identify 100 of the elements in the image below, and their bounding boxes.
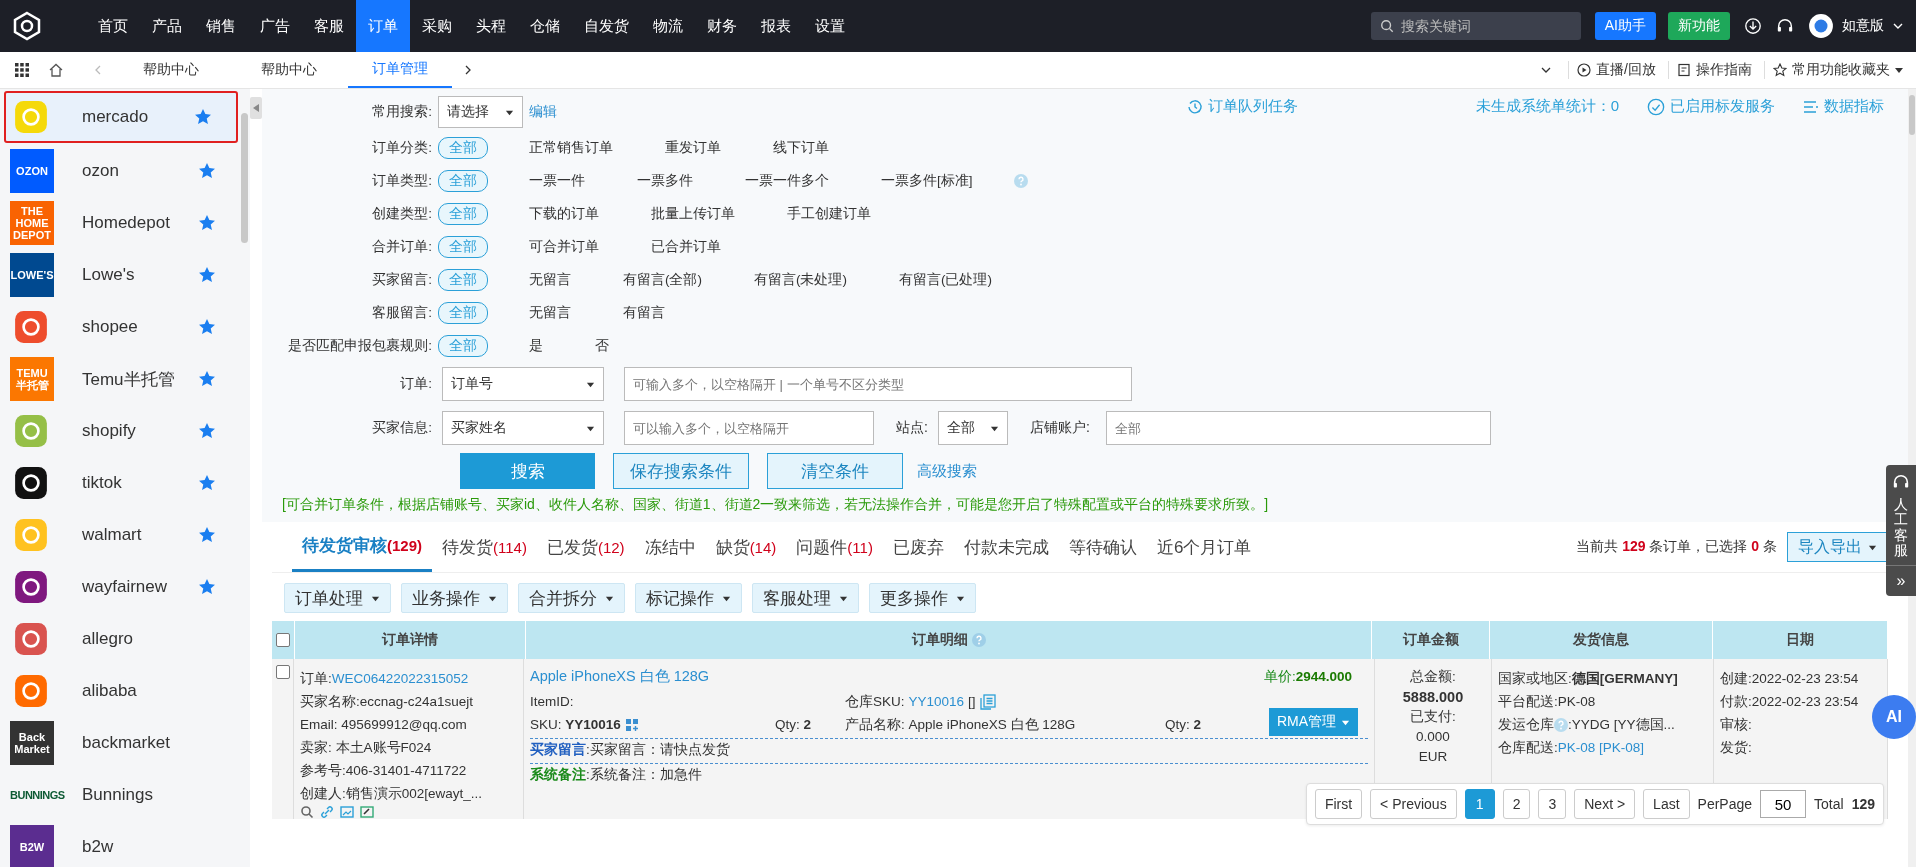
shop-platform-item[interactable]: wayfairnew (0, 561, 240, 613)
buyer-info-select[interactable]: 买家姓名 (442, 411, 604, 445)
filter-option[interactable]: 否 (584, 334, 620, 357)
star-icon[interactable] (198, 162, 216, 180)
status-tab[interactable]: 问题件(11) (786, 522, 883, 572)
filter-option[interactable]: 一票一件 (518, 169, 596, 192)
filter-option[interactable]: 线下订单 (762, 136, 840, 159)
nav-menu-item[interactable]: 仓储 (518, 0, 572, 52)
shop-platform-item[interactable]: shopee (0, 301, 240, 353)
status-tab[interactable]: 已废弃 (882, 522, 954, 572)
star-icon[interactable] (198, 318, 216, 336)
action-dropdown-button[interactable]: 业务操作 (401, 583, 508, 613)
filter-option[interactable]: 重发订单 (654, 136, 732, 159)
previous-page-button[interactable]: < Previous (1370, 789, 1457, 819)
search-field[interactable]: 搜索关键词 (1370, 12, 1581, 40)
shop-platform-item[interactable]: tiktok (0, 457, 240, 509)
order-type-select[interactable]: 订单号 (442, 367, 604, 401)
import-export-button[interactable]: 导入导出 (1787, 532, 1888, 562)
nav-menu-item[interactable]: 订单 (356, 0, 410, 52)
customer-service-label[interactable]: 人工客服 (1894, 497, 1908, 559)
shop-platform-item[interactable]: mercado (4, 91, 238, 143)
nav-menu-item[interactable]: 自发货 (572, 0, 641, 52)
per-page-field[interactable]: 50 (1760, 790, 1807, 818)
download-icon[interactable] (1744, 17, 1762, 35)
star-icon[interactable] (198, 370, 216, 388)
nav-menu-item[interactable]: 首页 (86, 0, 140, 52)
status-tab[interactable]: 缺货(14) (705, 522, 787, 572)
user-name[interactable]: 如意版 (1842, 17, 1884, 35)
star-icon[interactable] (198, 526, 216, 544)
status-tab[interactable]: 冻结中 (634, 522, 706, 572)
page-number-button[interactable]: 3 (1538, 789, 1567, 819)
nav-menu-item[interactable]: 物流 (641, 0, 695, 52)
status-tab[interactable]: 已发货(12) (536, 522, 635, 572)
site-select[interactable]: 全部 (937, 411, 1008, 445)
toolbar-link[interactable]: 常用功能收藏夹 (1792, 61, 1890, 79)
nav-menu-item[interactable]: 客服 (302, 0, 356, 52)
scrollbar[interactable] (1909, 95, 1915, 135)
star-icon[interactable] (198, 266, 216, 284)
copy-icon[interactable] (979, 693, 996, 710)
clear-conditions-button[interactable]: 清空条件 (767, 453, 903, 489)
filter-option[interactable]: 一票一件多个 (734, 169, 840, 192)
status-tab[interactable]: 等待确认 (1058, 522, 1147, 572)
filter-option[interactable]: 有留言(已处理) (888, 268, 1003, 291)
save-search-button[interactable]: 保存搜索条件 (613, 453, 749, 489)
filter-option[interactable]: 有留言 (612, 301, 676, 324)
filter-option[interactable]: 下载的订单 (518, 202, 610, 225)
buyer-info-field[interactable]: 可以输入多个，以空格隔开 (624, 411, 874, 445)
shop-platform-item[interactable]: B2W b2w (0, 821, 240, 867)
filter-option[interactable]: 批量上传订单 (640, 202, 746, 225)
edit-link[interactable]: 编辑 (529, 103, 557, 121)
star-icon[interactable] (194, 108, 212, 126)
expand-button[interactable]: » (1886, 564, 1916, 590)
select-all-checkbox[interactable] (276, 633, 290, 647)
next-page-button[interactable]: Next > (1574, 789, 1636, 819)
shop-platform-item[interactable]: alibaba (0, 665, 240, 717)
action-dropdown-button[interactable]: 更多操作 (869, 583, 976, 613)
shop-platform-item[interactable]: OZON ozon (0, 145, 240, 197)
filter-option[interactable]: 已合并订单 (640, 235, 732, 258)
filter-option[interactable]: 无留言 (518, 268, 582, 291)
nav-menu-item[interactable]: 报表 (749, 0, 803, 52)
scrollbar[interactable] (241, 113, 248, 243)
action-dropdown-button[interactable]: 客服处理 (752, 583, 859, 613)
filter-option[interactable]: 一票多件 (626, 169, 704, 192)
page-tab[interactable]: 帮助中心 (230, 52, 348, 88)
link-icon[interactable] (320, 805, 334, 819)
status-tab[interactable]: 待发货审核(129) (292, 522, 433, 572)
nav-menu-item[interactable]: 广告 (248, 0, 302, 52)
nav-menu-item[interactable]: 财务 (695, 0, 749, 52)
first-page-button[interactable]: First (1314, 789, 1363, 819)
shop-platform-item[interactable]: allegro (0, 613, 240, 665)
nav-menu-item[interactable]: 采购 (410, 0, 464, 52)
shop-platform-item[interactable]: TEMU 半托管 Temu半托管 (0, 353, 240, 405)
filter-option[interactable]: 可合并订单 (518, 235, 610, 258)
image-icon[interactable] (340, 805, 354, 819)
ai-assistant-button[interactable]: AI助手 (1594, 12, 1656, 40)
shop-platform-item[interactable]: BUNNINGS Bunnings (0, 769, 240, 821)
filter-option[interactable]: 正常销售订单 (518, 136, 624, 159)
shop-account-field[interactable]: 全部 (1105, 411, 1491, 445)
filter-option[interactable]: 有留言(未处理) (743, 268, 858, 291)
order-number-field[interactable]: 可输入多个，以空格隔开 | 一个单号不区分类型 (624, 367, 1132, 401)
page-number-button[interactable]: 2 (1502, 789, 1531, 819)
nav-menu-item[interactable]: 头程 (464, 0, 518, 52)
shop-platform-item[interactable]: shopify (0, 405, 240, 457)
nav-menu-item[interactable]: 销售 (194, 0, 248, 52)
nav-menu-item[interactable]: 设置 (803, 0, 857, 52)
shop-platform-item[interactable]: THE HOME DEPOT Homedepot (0, 197, 240, 249)
shop-platform-item[interactable]: walmart (0, 509, 240, 561)
star-icon[interactable] (198, 474, 216, 492)
shop-platform-item[interactable]: LOWE'S Lowe's (0, 249, 240, 301)
star-icon[interactable] (198, 578, 216, 596)
page-tab[interactable]: 帮助中心 (112, 52, 230, 88)
toolbar-link[interactable]: 操作指南 (1696, 61, 1752, 79)
avatar-icon[interactable] (1808, 13, 1834, 39)
filter-option[interactable]: 无留言 (518, 301, 582, 324)
customer-service-panel[interactable]: 人工客服 » (1886, 465, 1916, 596)
status-tab[interactable]: 付款未完成 (953, 522, 1059, 572)
filter-option[interactable]: 是 (518, 334, 554, 357)
filter-option[interactable]: 手工创建订单 (776, 202, 882, 225)
action-dropdown-button[interactable]: 订单处理 (284, 583, 391, 613)
row-checkbox[interactable] (275, 665, 290, 679)
